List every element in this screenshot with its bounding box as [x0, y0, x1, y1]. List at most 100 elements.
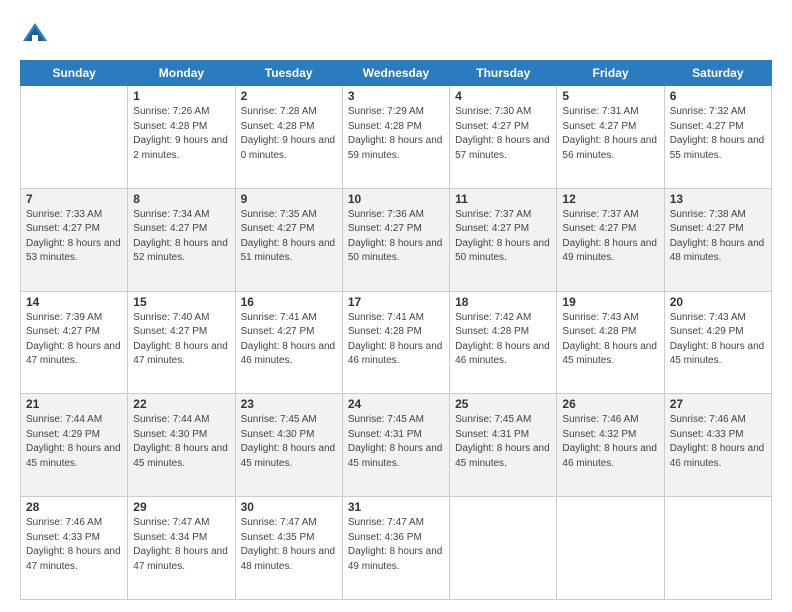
calendar-cell: 15 Sunrise: 7:40 AMSunset: 4:27 PMDayligh…	[128, 291, 235, 394]
weekday-header-sunday: Sunday	[21, 61, 128, 86]
day-number: 18	[455, 295, 551, 309]
logo-icon	[20, 20, 50, 50]
calendar-cell: 11 Sunrise: 7:37 AMSunset: 4:27 PMDayligh…	[450, 188, 557, 291]
calendar-cell: 30 Sunrise: 7:47 AMSunset: 4:35 PMDayligh…	[235, 497, 342, 600]
week-row-1: 1 Sunrise: 7:26 AMSunset: 4:28 PMDaylight…	[21, 86, 772, 189]
calendar-cell: 4 Sunrise: 7:30 AMSunset: 4:27 PMDaylight…	[450, 86, 557, 189]
day-number: 31	[348, 500, 444, 514]
day-info: Sunrise: 7:35 AMSunset: 4:27 PMDaylight:…	[241, 208, 337, 266]
calendar-cell	[21, 86, 128, 189]
calendar-cell: 3 Sunrise: 7:29 AMSunset: 4:28 PMDaylight…	[342, 86, 449, 189]
day-info: Sunrise: 7:26 AMSunset: 4:28 PMDaylight:…	[133, 105, 229, 163]
day-info: Sunrise: 7:44 AMSunset: 4:30 PMDaylight:…	[133, 413, 229, 471]
weekday-header-friday: Friday	[557, 61, 664, 86]
day-number: 19	[562, 295, 658, 309]
calendar-cell: 27Sunrise: 7:46 AMSunset: 4:33 PMDayligh…	[664, 394, 771, 497]
calendar-cell: 31 Sunrise: 7:47 AMSunset: 4:36 PMDayligh…	[342, 497, 449, 600]
day-number: 28	[26, 500, 122, 514]
day-info: Sunrise: 7:40 AMSunset: 4:27 PMDaylight:…	[133, 311, 229, 369]
day-info: Sunrise: 7:43 AMSunset: 4:28 PMDaylight:…	[562, 311, 658, 369]
day-number: 22	[133, 397, 229, 411]
calendar-cell: 28Sunrise: 7:46 AMSunset: 4:33 PMDayligh…	[21, 497, 128, 600]
calendar-cell: 22 Sunrise: 7:44 AMSunset: 4:30 PMDayligh…	[128, 394, 235, 497]
day-number: 7	[26, 192, 122, 206]
calendar-cell: 5 Sunrise: 7:31 AMSunset: 4:27 PMDaylight…	[557, 86, 664, 189]
day-info: Sunrise: 7:45 AMSunset: 4:30 PMDaylight:…	[241, 413, 337, 471]
calendar-cell: 13 Sunrise: 7:38 AMSunset: 4:27 PMDayligh…	[664, 188, 771, 291]
day-number: 6	[670, 89, 766, 103]
weekday-header-wednesday: Wednesday	[342, 61, 449, 86]
day-info: Sunrise: 7:41 AMSunset: 4:27 PMDaylight:…	[241, 311, 337, 369]
day-number: 14	[26, 295, 122, 309]
day-info: Sunrise: 7:30 AMSunset: 4:27 PMDaylight:…	[455, 105, 551, 163]
day-info: Sunrise: 7:33 AMSunset: 4:27 PMDaylight:…	[26, 208, 122, 266]
calendar-cell: 21 Sunrise: 7:44 AMSunset: 4:29 PMDayligh…	[21, 394, 128, 497]
calendar-cell: 29 Sunrise: 7:47 AMSunset: 4:34 PMDayligh…	[128, 497, 235, 600]
weekday-header-saturday: Saturday	[664, 61, 771, 86]
day-number: 24	[348, 397, 444, 411]
logo	[20, 20, 54, 50]
calendar-cell: 14 Sunrise: 7:39 AMSunset: 4:27 PMDayligh…	[21, 291, 128, 394]
weekday-header-monday: Monday	[128, 61, 235, 86]
day-number: 17	[348, 295, 444, 309]
day-info: Sunrise: 7:29 AMSunset: 4:28 PMDaylight:…	[348, 105, 444, 163]
day-info: Sunrise: 7:46 AMSunset: 4:33 PMDaylight:…	[670, 413, 766, 471]
day-number: 15	[133, 295, 229, 309]
day-number: 3	[348, 89, 444, 103]
day-number: 9	[241, 192, 337, 206]
day-number: 11	[455, 192, 551, 206]
calendar-cell: 2Sunrise: 7:28 AMSunset: 4:28 PMDaylight…	[235, 86, 342, 189]
calendar-cell: 20Sunrise: 7:43 AMSunset: 4:29 PMDayligh…	[664, 291, 771, 394]
weekday-header-thursday: Thursday	[450, 61, 557, 86]
day-number: 5	[562, 89, 658, 103]
day-info: Sunrise: 7:34 AMSunset: 4:27 PMDaylight:…	[133, 208, 229, 266]
calendar-cell: 8Sunrise: 7:34 AMSunset: 4:27 PMDaylight…	[128, 188, 235, 291]
calendar-cell: 17 Sunrise: 7:41 AMSunset: 4:28 PMDayligh…	[342, 291, 449, 394]
page: SundayMondayTuesdayWednesdayThursdayFrid…	[0, 0, 792, 612]
day-number: 13	[670, 192, 766, 206]
day-info: Sunrise: 7:41 AMSunset: 4:28 PMDaylight:…	[348, 311, 444, 369]
day-number: 29	[133, 500, 229, 514]
day-info: Sunrise: 7:37 AMSunset: 4:27 PMDaylight:…	[562, 208, 658, 266]
day-number: 2	[241, 89, 337, 103]
calendar-cell: 26 Sunrise: 7:46 AMSunset: 4:32 PMDayligh…	[557, 394, 664, 497]
day-info: Sunrise: 7:47 AMSunset: 4:34 PMDaylight:…	[133, 516, 229, 574]
calendar-cell	[450, 497, 557, 600]
day-info: Sunrise: 7:46 AMSunset: 4:32 PMDaylight:…	[562, 413, 658, 471]
day-info: Sunrise: 7:31 AMSunset: 4:27 PMDaylight:…	[562, 105, 658, 163]
week-row-3: 14 Sunrise: 7:39 AMSunset: 4:27 PMDayligh…	[21, 291, 772, 394]
week-row-4: 21 Sunrise: 7:44 AMSunset: 4:29 PMDayligh…	[21, 394, 772, 497]
day-number: 10	[348, 192, 444, 206]
header	[20, 16, 772, 50]
day-number: 12	[562, 192, 658, 206]
day-info: Sunrise: 7:38 AMSunset: 4:27 PMDaylight:…	[670, 208, 766, 266]
calendar-cell: 16Sunrise: 7:41 AMSunset: 4:27 PMDayligh…	[235, 291, 342, 394]
day-info: Sunrise: 7:36 AMSunset: 4:27 PMDaylight:…	[348, 208, 444, 266]
calendar-cell: 24Sunrise: 7:45 AMSunset: 4:31 PMDayligh…	[342, 394, 449, 497]
calendar-cell: 6 Sunrise: 7:32 AMSunset: 4:27 PMDaylight…	[664, 86, 771, 189]
calendar-cell: 25 Sunrise: 7:45 AMSunset: 4:31 PMDayligh…	[450, 394, 557, 497]
day-number: 26	[562, 397, 658, 411]
day-info: Sunrise: 7:37 AMSunset: 4:27 PMDaylight:…	[455, 208, 551, 266]
day-number: 30	[241, 500, 337, 514]
calendar-cell: 19 Sunrise: 7:43 AMSunset: 4:28 PMDayligh…	[557, 291, 664, 394]
calendar-cell: 18Sunrise: 7:42 AMSunset: 4:28 PMDayligh…	[450, 291, 557, 394]
day-number: 21	[26, 397, 122, 411]
day-info: Sunrise: 7:45 AMSunset: 4:31 PMDaylight:…	[455, 413, 551, 471]
day-info: Sunrise: 7:32 AMSunset: 4:27 PMDaylight:…	[670, 105, 766, 163]
day-info: Sunrise: 7:39 AMSunset: 4:27 PMDaylight:…	[26, 311, 122, 369]
weekday-header-tuesday: Tuesday	[235, 61, 342, 86]
day-number: 25	[455, 397, 551, 411]
day-info: Sunrise: 7:47 AMSunset: 4:35 PMDaylight:…	[241, 516, 337, 574]
weekday-header-row: SundayMondayTuesdayWednesdayThursdayFrid…	[21, 61, 772, 86]
day-number: 4	[455, 89, 551, 103]
calendar-cell: 9 Sunrise: 7:35 AMSunset: 4:27 PMDaylight…	[235, 188, 342, 291]
calendar-cell	[664, 497, 771, 600]
day-info: Sunrise: 7:44 AMSunset: 4:29 PMDaylight:…	[26, 413, 122, 471]
week-row-5: 28Sunrise: 7:46 AMSunset: 4:33 PMDayligh…	[21, 497, 772, 600]
day-number: 1	[133, 89, 229, 103]
day-info: Sunrise: 7:43 AMSunset: 4:29 PMDaylight:…	[670, 311, 766, 369]
day-number: 23	[241, 397, 337, 411]
day-info: Sunrise: 7:47 AMSunset: 4:36 PMDaylight:…	[348, 516, 444, 574]
calendar-cell: 10 Sunrise: 7:36 AMSunset: 4:27 PMDayligh…	[342, 188, 449, 291]
